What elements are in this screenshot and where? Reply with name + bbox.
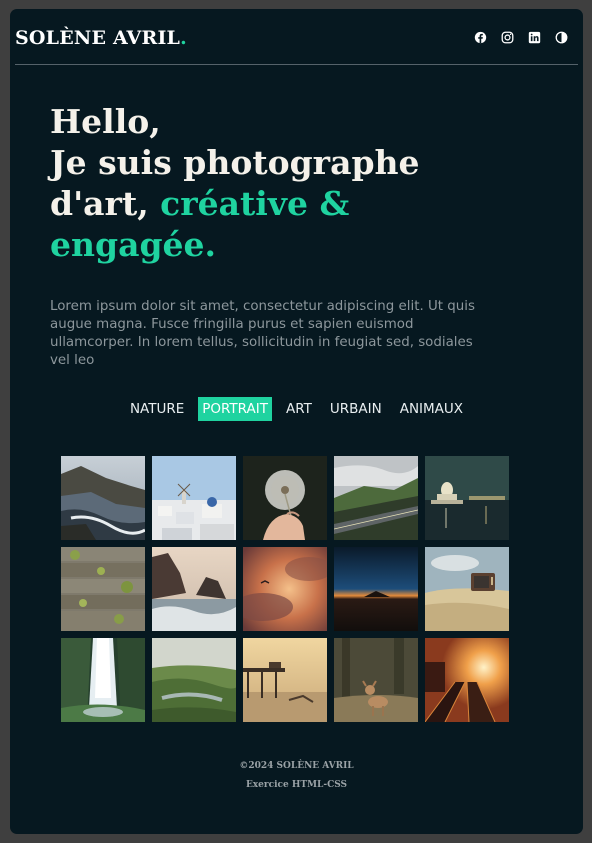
dandelion-hand-photo[interactable] — [243, 456, 327, 540]
page-frame: SOLÈNE AVRIL. Hello, Je suis photographe… — [10, 9, 583, 834]
fawn-forest-photo[interactable] — [334, 638, 418, 722]
site-header: SOLÈNE AVRIL. — [15, 27, 578, 63]
footer-copyright: ©2024 SOLÈNE AVRIL — [239, 761, 354, 771]
facebook-icon[interactable] — [474, 31, 487, 44]
waterfall-photo[interactable] — [61, 638, 145, 722]
old-tv-beach-photo[interactable] — [425, 547, 509, 631]
logo-text: SOLÈNE AVRIL — [15, 27, 181, 49]
instagram-icon[interactable] — [501, 31, 514, 44]
sunset-clouds-bird-photo[interactable] — [243, 547, 327, 631]
intro-paragraph: Lorem ipsum dolor sit amet, consectetur … — [50, 299, 475, 368]
footer-subtitle: Exercice HTML-CSS — [245, 780, 348, 790]
santorini-windmills-photo[interactable] — [152, 456, 236, 540]
river-valley-photo[interactable] — [152, 638, 236, 722]
night-horizon-photo[interactable] — [334, 547, 418, 631]
site-footer: ©2024 SOLÈNE AVRIL Exercice HTML-CSS — [10, 757, 583, 795]
train-tracks-sunset-photo[interactable] — [425, 638, 509, 722]
hero-line-3: d'art, créative & — [50, 183, 470, 224]
hero-line-4: engagée. — [50, 225, 216, 264]
filter-urbain[interactable]: URBAIN — [326, 397, 386, 421]
site-logo[interactable]: SOLÈNE AVRIL. — [15, 27, 187, 49]
pier-sunset-photo[interactable] — [243, 638, 327, 722]
hero-line-3-plain: d'art, — [50, 184, 161, 223]
hero-line-3-accent: créative & — [160, 184, 350, 223]
theme-toggle-icon[interactable] — [555, 31, 568, 44]
photo-gallery — [61, 456, 509, 722]
header-divider — [15, 64, 578, 65]
filter-art[interactable]: ART — [282, 397, 316, 421]
beach-rocks-photo[interactable] — [152, 547, 236, 631]
capitol-night-photo[interactable] — [425, 456, 509, 540]
hero-heading: Hello, Je suis photographe d'art, créati… — [50, 101, 470, 265]
mossy-planks-photo[interactable] — [61, 547, 145, 631]
social-links — [474, 31, 568, 44]
logo-dot: . — [180, 27, 187, 49]
mountain-road-photo[interactable] — [334, 456, 418, 540]
filter-portrait[interactable]: PORTRAIT — [198, 397, 272, 421]
hero-line-1: Hello, — [50, 102, 161, 141]
hero-line-2: Je suis photographe — [50, 143, 420, 182]
linkedin-icon[interactable] — [528, 31, 541, 44]
category-filters: NATURE PORTRAIT ART URBAIN ANIMAUX — [10, 397, 583, 421]
filter-nature[interactable]: NATURE — [126, 397, 188, 421]
filter-animaux[interactable]: ANIMAUX — [396, 397, 467, 421]
coastal-cliffs-photo[interactable] — [61, 456, 145, 540]
